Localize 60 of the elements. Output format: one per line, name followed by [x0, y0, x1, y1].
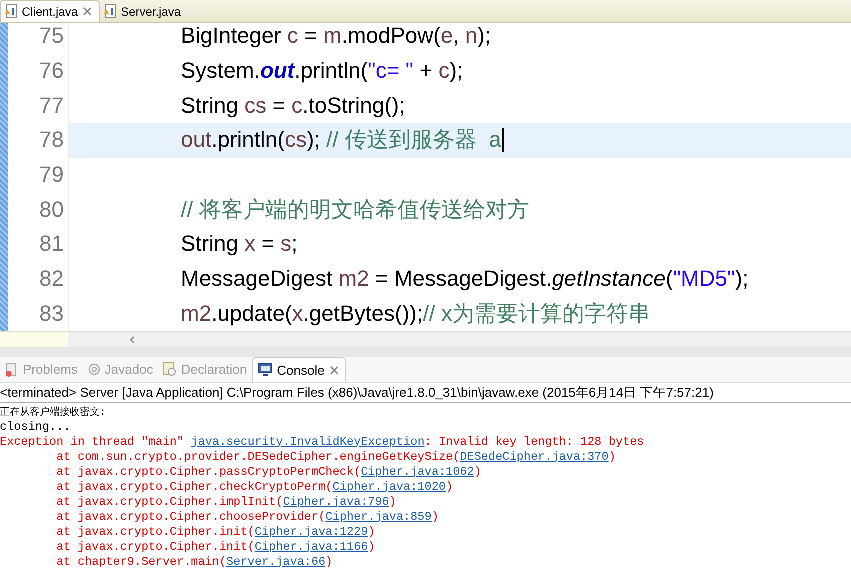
code-line: BigInteger c = m.modPow(e, n);	[181, 23, 492, 50]
console-text: )	[446, 480, 454, 494]
text-cursor	[502, 128, 504, 152]
line-number: 82	[40, 266, 64, 292]
stack-trace-link[interactable]: Server.java:66	[226, 554, 326, 568]
java-file-icon	[4, 4, 18, 19]
line-number: 78	[40, 127, 64, 154]
code-line: String x = s;	[181, 231, 298, 258]
editor-tab[interactable]: Server.java	[100, 1, 188, 22]
console-text: closing...	[0, 420, 71, 434]
console-text: )	[432, 510, 439, 524]
line-number: 76	[40, 58, 64, 84]
problems-icon	[5, 362, 19, 376]
line-number: 80	[40, 196, 64, 223]
console-text: Exception in thread "main"	[0, 434, 186, 448]
console-text: at javax.crypto.Cipher.init(	[56, 524, 255, 538]
scrollbar-corner	[0, 332, 68, 347]
code-line: out.println(cs); // 传送到服务器 a	[181, 126, 502, 154]
stack-trace-link[interactable]: Cipher.java:1229	[254, 524, 368, 538]
editor-tab[interactable]: Client.java	[0, 0, 100, 22]
console-text: at javax.crypto.Cipher.chooseProvider(	[56, 510, 326, 524]
console-text: )	[608, 450, 616, 464]
console-text: at com.sun.crypto.provider.DESedeCipher.engineGetKeySize(	[56, 450, 460, 464]
stack-trace-link[interactable]: DESedeCipher.java:370	[460, 450, 609, 464]
line-number: 81	[40, 231, 64, 258]
close-icon[interactable]	[328, 364, 340, 376]
console-text: at javax.crypto.Cipher.passCryptoPermCheck(	[56, 464, 362, 478]
console-text: at javax.crypto.Cipher.implInit(	[56, 494, 284, 508]
console-text: )	[474, 464, 482, 478]
console-text: )	[368, 524, 376, 538]
java-file-icon	[103, 4, 118, 19]
view-tab[interactable]: Console	[252, 357, 346, 382]
stack-trace-link[interactable]: Cipher.java:1062	[361, 464, 474, 478]
code-line: String cs = c.toString();	[181, 92, 406, 119]
console-text: )	[368, 540, 376, 554]
close-icon[interactable]	[82, 6, 94, 17]
line-number: 79	[40, 162, 64, 188]
code-line: m2.update(x.getBytes());// x为需要计算的字符串	[181, 300, 650, 328]
console-text: at chapter9.Server.main(	[56, 554, 227, 568]
stack-trace-link[interactable]: java.security.InvalidKeyException	[191, 434, 425, 448]
console-text: at javax.crypto.Cipher.checkCryptoPerm(	[56, 480, 333, 494]
line-number: 75	[40, 23, 64, 50]
code-line: System.out.println("c= " + c);	[181, 58, 464, 84]
stack-trace-link[interactable]: Cipher.java:859	[326, 510, 432, 524]
stack-trace-link[interactable]: Cipher.java:1166	[254, 540, 368, 554]
line-number: 77	[40, 92, 64, 119]
console-text: 正在从客户端接收密文:	[0, 406, 106, 418]
at-sign-icon	[88, 363, 101, 376]
stack-trace-link[interactable]: Cipher.java:796	[283, 494, 390, 508]
line-number: 83	[40, 300, 64, 327]
console-header: <terminated> Server [Java Application] C:\Program Files (x86)\Java\jre1.8.0_31\bin\javaw.exe (2015年6月14日 下午7:57:21)	[0, 384, 714, 402]
code-line: MessageDigest m2 = MessageDigest.getInstance("MD5");	[181, 266, 749, 292]
stack-trace-link[interactable]: Cipher.java:1020	[332, 480, 446, 494]
monitor-icon	[258, 363, 274, 377]
document-icon	[163, 362, 178, 377]
console-text: : Invalid key length: 128 bytes	[424, 434, 644, 448]
console-text: )	[389, 494, 396, 508]
console-text: at javax.crypto.Cipher.init(	[56, 540, 255, 554]
code-line: // 将客户端的明文哈希值传送给对方	[181, 196, 530, 224]
console-text: )	[326, 554, 333, 568]
